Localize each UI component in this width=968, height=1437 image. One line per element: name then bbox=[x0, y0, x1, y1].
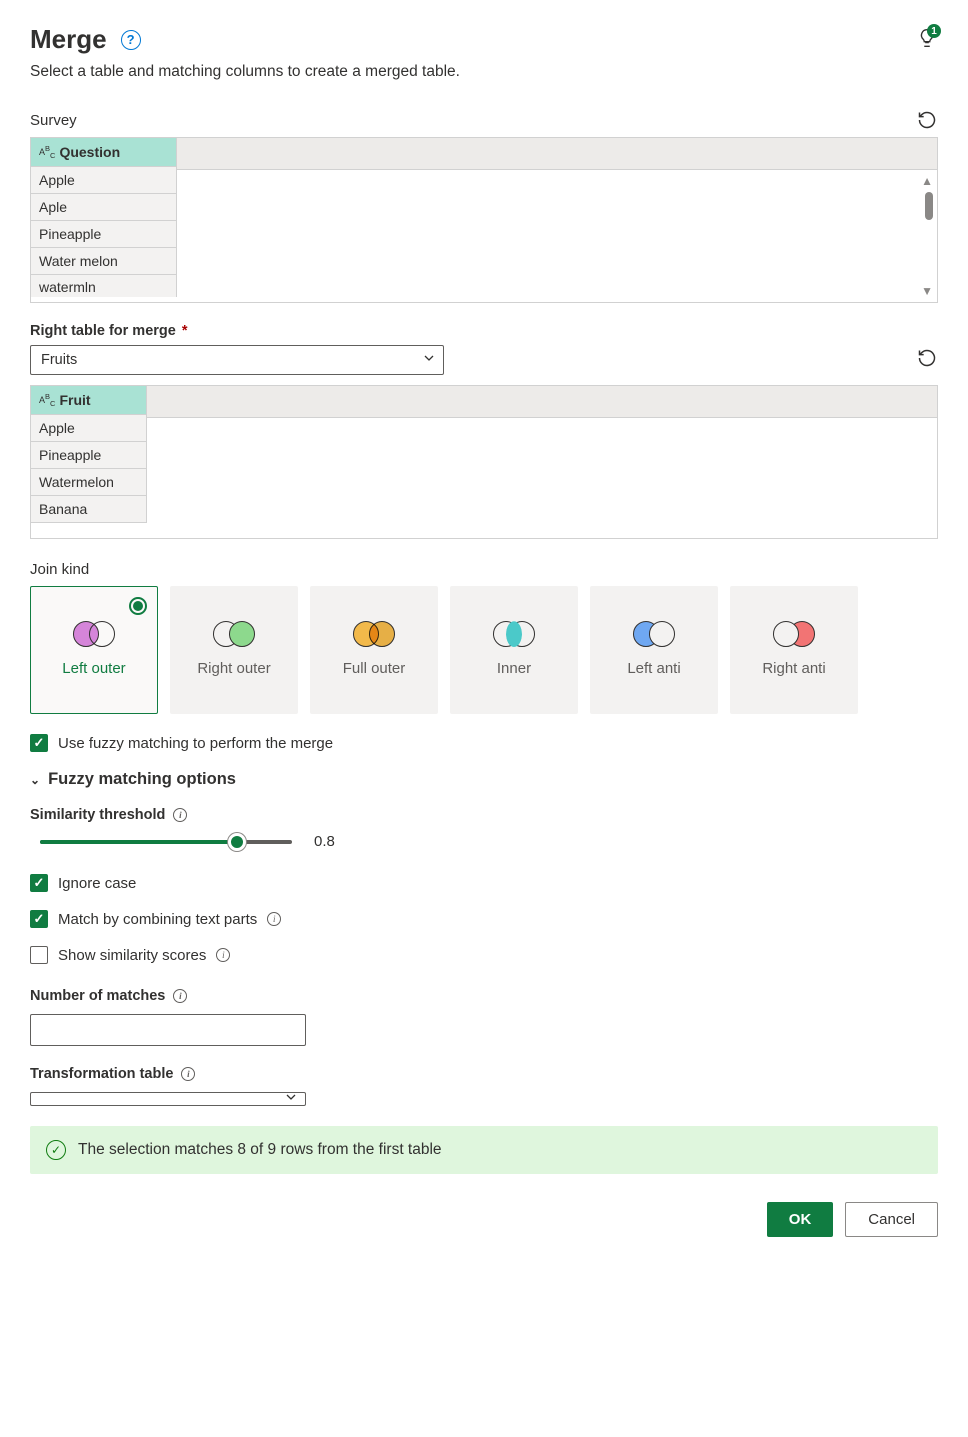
left-column-header[interactable]: ABC Question bbox=[31, 138, 177, 167]
info-icon[interactable]: i bbox=[181, 1067, 195, 1081]
chevron-down-icon bbox=[423, 352, 435, 368]
scroll-down-icon[interactable]: ▼ bbox=[921, 284, 933, 298]
refresh-right-icon[interactable] bbox=[916, 347, 938, 369]
cancel-button[interactable]: Cancel bbox=[845, 1202, 938, 1237]
info-icon[interactable]: i bbox=[173, 989, 187, 1003]
use-fuzzy-label: Use fuzzy matching to perform the merge bbox=[58, 735, 333, 752]
page-subtitle: Select a table and matching columns to c… bbox=[30, 63, 938, 81]
text-type-icon: ABC bbox=[39, 393, 55, 407]
required-indicator: * bbox=[182, 323, 188, 339]
success-icon: ✓ bbox=[46, 1140, 66, 1160]
empty-header bbox=[147, 386, 937, 418]
table-cell[interactable]: Water melon bbox=[31, 248, 177, 275]
join-right-outer[interactable]: Right outer bbox=[170, 586, 298, 714]
table-cell[interactable]: Watermelon bbox=[31, 469, 147, 496]
chevron-down-icon: ⌄ bbox=[30, 773, 40, 787]
tips-badge: 1 bbox=[927, 24, 941, 38]
combine-parts-label: Match by combining text parts bbox=[58, 911, 257, 928]
join-left-outer[interactable]: Left outer bbox=[30, 586, 158, 714]
ignore-case-checkbox[interactable] bbox=[30, 874, 48, 892]
num-matches-input[interactable] bbox=[30, 1014, 306, 1046]
table-cell[interactable]: Pineapple bbox=[31, 221, 177, 248]
table-cell[interactable]: Banana bbox=[31, 496, 147, 523]
help-icon[interactable]: ? bbox=[121, 30, 141, 50]
scroll-up-icon[interactable]: ▲ bbox=[921, 174, 933, 188]
chevron-down-icon bbox=[285, 1091, 297, 1107]
table-blank-area bbox=[147, 418, 937, 538]
transform-table-select[interactable] bbox=[30, 1092, 306, 1106]
join-kind-grid: Left outer Right outer Full outer Inner … bbox=[30, 586, 938, 714]
join-right-anti[interactable]: Right anti bbox=[730, 586, 858, 714]
show-scores-checkbox[interactable] bbox=[30, 946, 48, 964]
transform-table-label: Transformation table bbox=[30, 1066, 173, 1082]
page-title: Merge bbox=[30, 24, 107, 55]
empty-header bbox=[177, 138, 937, 170]
join-left-anti[interactable]: Left anti bbox=[590, 586, 718, 714]
join-kind-label: Join kind bbox=[30, 561, 89, 578]
right-table-preview[interactable]: ABC Fruit Apple Pineapple Watermelon Ban… bbox=[30, 385, 938, 539]
right-table-select[interactable]: Fruits bbox=[30, 345, 444, 375]
tips-button[interactable]: 1 bbox=[916, 27, 938, 52]
table-cell[interactable]: watermln bbox=[31, 275, 177, 297]
scrollbar-thumb[interactable] bbox=[925, 192, 933, 220]
table-cell[interactable]: Pineapple bbox=[31, 442, 147, 469]
status-bar: ✓ The selection matches 8 of 9 rows from… bbox=[30, 1126, 938, 1174]
show-scores-label: Show similarity scores bbox=[58, 947, 206, 964]
join-full-outer[interactable]: Full outer bbox=[310, 586, 438, 714]
table-cell[interactable]: Aple bbox=[31, 194, 177, 221]
info-icon[interactable]: i bbox=[173, 808, 187, 822]
info-icon[interactable]: i bbox=[267, 912, 281, 926]
left-table-label: Survey bbox=[30, 112, 77, 129]
similarity-label: Similarity threshold bbox=[30, 807, 165, 823]
right-column-header[interactable]: ABC Fruit bbox=[31, 386, 147, 415]
slider-thumb[interactable] bbox=[228, 833, 246, 851]
ok-button[interactable]: OK bbox=[767, 1202, 834, 1237]
info-icon[interactable]: i bbox=[216, 948, 230, 962]
right-table-label: Right table for merge bbox=[30, 323, 176, 339]
use-fuzzy-checkbox[interactable] bbox=[30, 734, 48, 752]
table-cell[interactable]: Apple bbox=[31, 167, 177, 194]
num-matches-label: Number of matches bbox=[30, 988, 165, 1004]
combine-parts-checkbox[interactable] bbox=[30, 910, 48, 928]
fuzzy-options-header[interactable]: ⌄ Fuzzy matching options bbox=[30, 770, 938, 789]
refresh-left-icon[interactable] bbox=[916, 109, 938, 131]
left-table-preview[interactable]: ABC Question Apple Aple Pineapple Water … bbox=[30, 137, 938, 303]
text-type-icon: ABC bbox=[39, 145, 55, 159]
selected-radio-icon bbox=[129, 597, 147, 615]
table-cell[interactable]: Apple bbox=[31, 415, 147, 442]
similarity-slider[interactable] bbox=[40, 840, 292, 844]
join-inner[interactable]: Inner bbox=[450, 586, 578, 714]
table-blank-area: ▲ ▼ bbox=[177, 170, 937, 302]
similarity-value: 0.8 bbox=[314, 833, 335, 850]
ignore-case-label: Ignore case bbox=[58, 875, 136, 892]
status-text: The selection matches 8 of 9 rows from t… bbox=[78, 1141, 442, 1159]
